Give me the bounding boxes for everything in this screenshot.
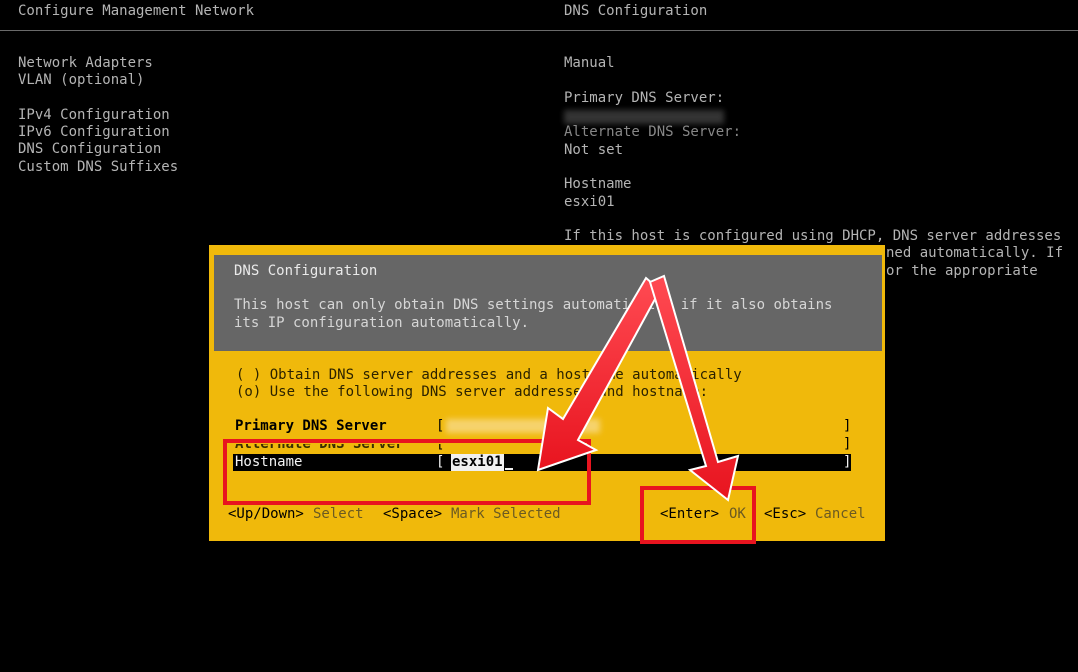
arrow-to-hostname-icon xyxy=(536,276,662,472)
annotation-arrows xyxy=(536,274,740,502)
arrow-to-ok-icon xyxy=(648,274,740,502)
